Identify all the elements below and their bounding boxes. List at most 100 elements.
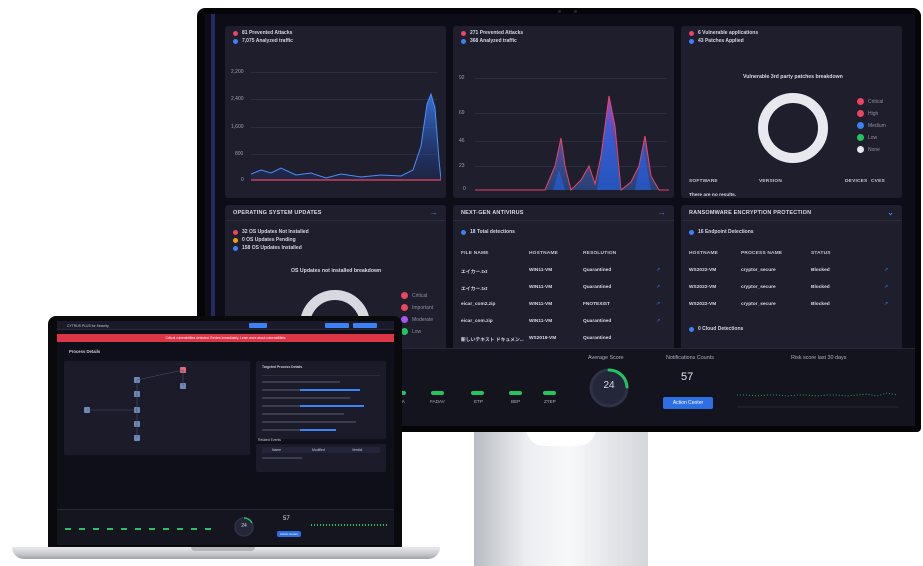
antivirus-panel: NEXT-GEN ANTIVIRUS → 18 Total detections … bbox=[453, 205, 674, 350]
action-center-button[interactable]: Action Center bbox=[277, 531, 301, 537]
status-pill bbox=[471, 391, 484, 395]
expand-icon[interactable]: ↗ bbox=[884, 301, 888, 307]
legend-item: 368 Analyzed traffic bbox=[461, 38, 517, 44]
table-cell: エイカー.txt bbox=[461, 270, 488, 275]
column-header: Modified bbox=[312, 448, 325, 452]
column-header: CVES bbox=[871, 179, 885, 184]
laptop-top-bar: CYTRUS PLUS for Security bbox=[57, 321, 394, 330]
legend-item: 32 OS Updates Not Installed bbox=[233, 229, 309, 235]
app-title: CYTRUS PLUS for Security bbox=[67, 324, 109, 328]
table-cell: WS2022-VM bbox=[689, 302, 717, 307]
legend-item: Low bbox=[857, 134, 877, 141]
table-cell: Quarantined bbox=[583, 319, 612, 324]
service-label: BEP bbox=[511, 399, 521, 404]
notifications-count: 57 bbox=[283, 516, 290, 522]
table-cell: Quarantined bbox=[583, 268, 612, 273]
table-cell: WIN11-VM bbox=[529, 285, 553, 290]
top-button[interactable] bbox=[325, 323, 349, 328]
sidebar bbox=[211, 14, 215, 348]
legend-item: High bbox=[857, 110, 878, 117]
laptop-status-bar: 24 57 Action Center bbox=[57, 509, 394, 545]
status-pill bbox=[509, 391, 522, 395]
column-header: Verdict bbox=[352, 448, 363, 452]
arrow-right-icon[interactable]: → bbox=[658, 208, 666, 217]
column-header: HOSTNAME bbox=[689, 251, 719, 256]
table-cell: Quarantined bbox=[583, 285, 612, 290]
chart-subtitle: OS Updates not installed breakdown bbox=[291, 268, 382, 274]
table-cell: WS2019-VM bbox=[529, 336, 557, 341]
chevron-down-icon[interactable]: ⌄ bbox=[887, 208, 894, 217]
status-pill bbox=[543, 391, 556, 395]
table-cell: cryptor_secure bbox=[741, 268, 776, 273]
alert-banner[interactable]: Critical vulnerabilities detected. Revie… bbox=[57, 334, 394, 342]
expand-icon[interactable]: ↗ bbox=[884, 284, 888, 290]
table-cell: Blocked bbox=[811, 302, 830, 307]
panel-header: RANSOMWARE ENCRYPTION PROTECTION ⌄ bbox=[681, 205, 902, 221]
legend-item: 81 Prevented Attacks bbox=[233, 30, 292, 36]
legend-item: 7,075 Analyzed traffic bbox=[233, 38, 293, 44]
status-pill bbox=[431, 391, 444, 395]
monitor-stand bbox=[474, 428, 648, 566]
table-cell: Blocked bbox=[811, 285, 830, 290]
process-detail-card: Targeted Process Details bbox=[256, 361, 386, 439]
notifications-count: 57 bbox=[681, 371, 694, 383]
marketing-composite: 81 Prevented Attacks 7,075 Analyzed traf… bbox=[0, 0, 923, 566]
sub-title: Related Events bbox=[258, 438, 281, 442]
related-events-card: Related Events Name Modified Verdict bbox=[256, 438, 386, 472]
detail-title: Targeted Process Details bbox=[262, 365, 303, 369]
arrow-right-icon[interactable]: → bbox=[430, 208, 438, 217]
y-tick: 46 bbox=[459, 138, 465, 144]
expand-icon[interactable]: ↗ bbox=[656, 267, 660, 273]
legend-item: None bbox=[857, 146, 880, 153]
table-cell: cryptor_secure bbox=[741, 302, 776, 307]
expand-icon[interactable]: ↗ bbox=[656, 301, 660, 307]
table-cell: Blocked bbox=[811, 268, 830, 273]
top-button[interactable] bbox=[353, 323, 377, 328]
legend-item: 16 Endpoint Detections bbox=[689, 229, 754, 235]
risk-label: Risk score last 30 days bbox=[791, 355, 847, 361]
legend-item: Moderate bbox=[401, 316, 433, 323]
y-tick: 92 bbox=[459, 75, 465, 81]
service-label: ETP bbox=[474, 399, 483, 404]
y-tick: 2,400 bbox=[231, 96, 244, 102]
table-cell: eicar_com.zip bbox=[461, 319, 493, 324]
table-cell: Quarantined bbox=[583, 336, 612, 341]
legend-item: 271 Prevented Attacks bbox=[461, 30, 523, 36]
column-header: VERSION bbox=[759, 179, 782, 184]
service-label: FADAV bbox=[430, 399, 445, 404]
column-header: STATUS bbox=[811, 251, 831, 256]
y-tick: 69 bbox=[459, 110, 465, 116]
top-button[interactable] bbox=[249, 323, 267, 328]
expand-icon[interactable]: ↗ bbox=[656, 284, 660, 290]
panel-header: NEXT-GEN ANTIVIRUS → bbox=[453, 205, 674, 221]
legend-item: Medium bbox=[857, 122, 886, 129]
expand-icon[interactable]: ↗ bbox=[884, 267, 888, 273]
column-header: PROCESS NAME bbox=[741, 251, 783, 256]
table-cell: エイカー.txt bbox=[461, 287, 488, 292]
notifications-label: Notifications Counts bbox=[666, 355, 714, 361]
y-tick: 2,200 bbox=[231, 69, 244, 75]
table-cell: WIN11-VM bbox=[529, 302, 553, 307]
ransomware-panel: RANSOMWARE ENCRYPTION PROTECTION ⌄ 16 End… bbox=[681, 205, 902, 350]
laptop-notch bbox=[191, 547, 255, 551]
expand-icon[interactable]: ↗ bbox=[656, 318, 660, 324]
legend-item: 158 OS Updates Installed bbox=[233, 245, 302, 251]
traffic-panel-2: 271 Prevented Attacks 368 Analyzed traff… bbox=[453, 26, 674, 198]
y-tick: 23 bbox=[459, 163, 465, 169]
column-header: FILE NAME bbox=[461, 251, 489, 256]
legend-item: 0 Cloud Detections bbox=[689, 326, 743, 332]
action-center-button[interactable]: Action Center bbox=[663, 397, 713, 409]
y-tick: 0 bbox=[241, 177, 244, 183]
empty-state: There are no results. bbox=[689, 193, 737, 198]
score-value: 24 bbox=[241, 523, 247, 529]
table-cell: WS2022-VM bbox=[689, 268, 717, 273]
table-cell: WS2022-VM bbox=[689, 285, 717, 290]
legend-item: 6 Vulnerable applications bbox=[689, 30, 758, 36]
table-cell: cryptor_secure bbox=[741, 285, 776, 290]
column-header: RESOLUTION bbox=[583, 251, 617, 256]
legend-item: 18 Total detections bbox=[461, 229, 515, 235]
legend-item: Critical bbox=[857, 98, 883, 105]
table-cell: 新しいテキスト ドキュメン... bbox=[461, 338, 524, 343]
traffic-panel-1: 81 Prevented Attacks 7,075 Analyzed traf… bbox=[225, 26, 446, 198]
risk-sparkline bbox=[737, 392, 899, 408]
